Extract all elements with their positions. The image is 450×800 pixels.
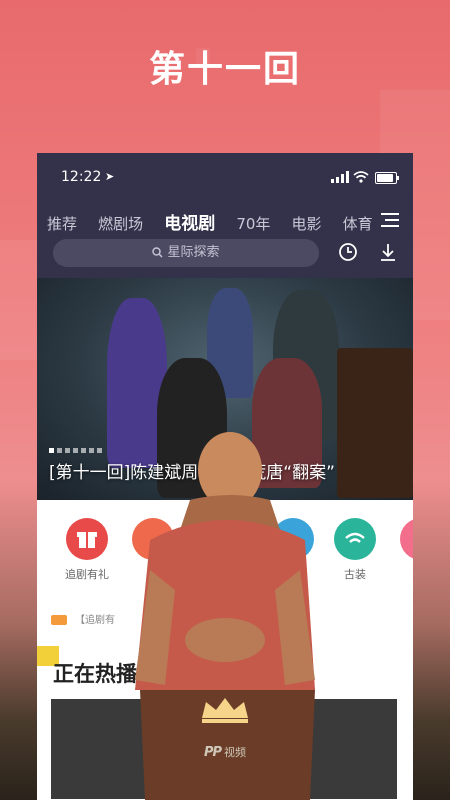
notice-text: 【追剧有	[75, 615, 115, 626]
download-icon[interactable]	[377, 241, 399, 263]
battery-icon	[375, 172, 399, 184]
bg-decor	[0, 240, 37, 360]
status-bar: 12:22 ➤	[37, 169, 413, 189]
tab-recommend[interactable]: 推荐	[47, 213, 77, 234]
category-icon	[400, 518, 413, 560]
search-bar[interactable]: 星际探索	[53, 239, 319, 267]
status-time: 12:22	[61, 169, 102, 185]
wifi-fan-icon	[334, 518, 376, 560]
section-title: 正在热播	[53, 662, 137, 686]
channel-tabs: 推荐 燃剧场 电视剧 70年 电影 体育	[47, 209, 377, 235]
category-item[interactable]	[391, 518, 413, 566]
wifi-icon	[353, 171, 369, 183]
page-headline: 第十一回	[148, 49, 301, 90]
location-arrow-icon: ➤	[105, 170, 115, 183]
tab-theater[interactable]: 燃剧场	[98, 213, 143, 234]
furniture	[337, 348, 413, 498]
carousel-indicator	[49, 438, 105, 457]
category-label: 古装	[344, 568, 366, 581]
category-label: 追剧有礼	[65, 568, 109, 581]
app-header: 12:22 ➤ 推荐 燃剧场 电视剧 70年 电影 体育 星际探索	[37, 153, 413, 278]
category-gift[interactable]: 追剧有礼	[57, 518, 117, 582]
tab-movies[interactable]: 电影	[292, 213, 322, 234]
brand-logo: PP 视频	[0, 744, 450, 760]
brand-name: 视频	[224, 746, 247, 759]
notice-bar[interactable]: 【追剧有	[51, 611, 115, 626]
ticket-icon	[51, 615, 67, 625]
history-icon[interactable]	[337, 241, 359, 263]
crown-icon	[202, 698, 248, 723]
gift-icon	[66, 518, 108, 560]
category-costume[interactable]: 古装	[325, 518, 385, 582]
tab-70-years[interactable]: 70年	[236, 213, 270, 234]
tab-tv-series[interactable]: 电视剧	[164, 209, 215, 234]
search-placeholder: 星际探索	[167, 245, 220, 260]
tab-sports[interactable]: 体育	[343, 213, 373, 234]
menu-icon[interactable]	[381, 213, 399, 227]
brand-mark: PP	[203, 745, 222, 760]
search-icon	[152, 247, 164, 258]
cellular-signal-icon	[331, 171, 349, 183]
